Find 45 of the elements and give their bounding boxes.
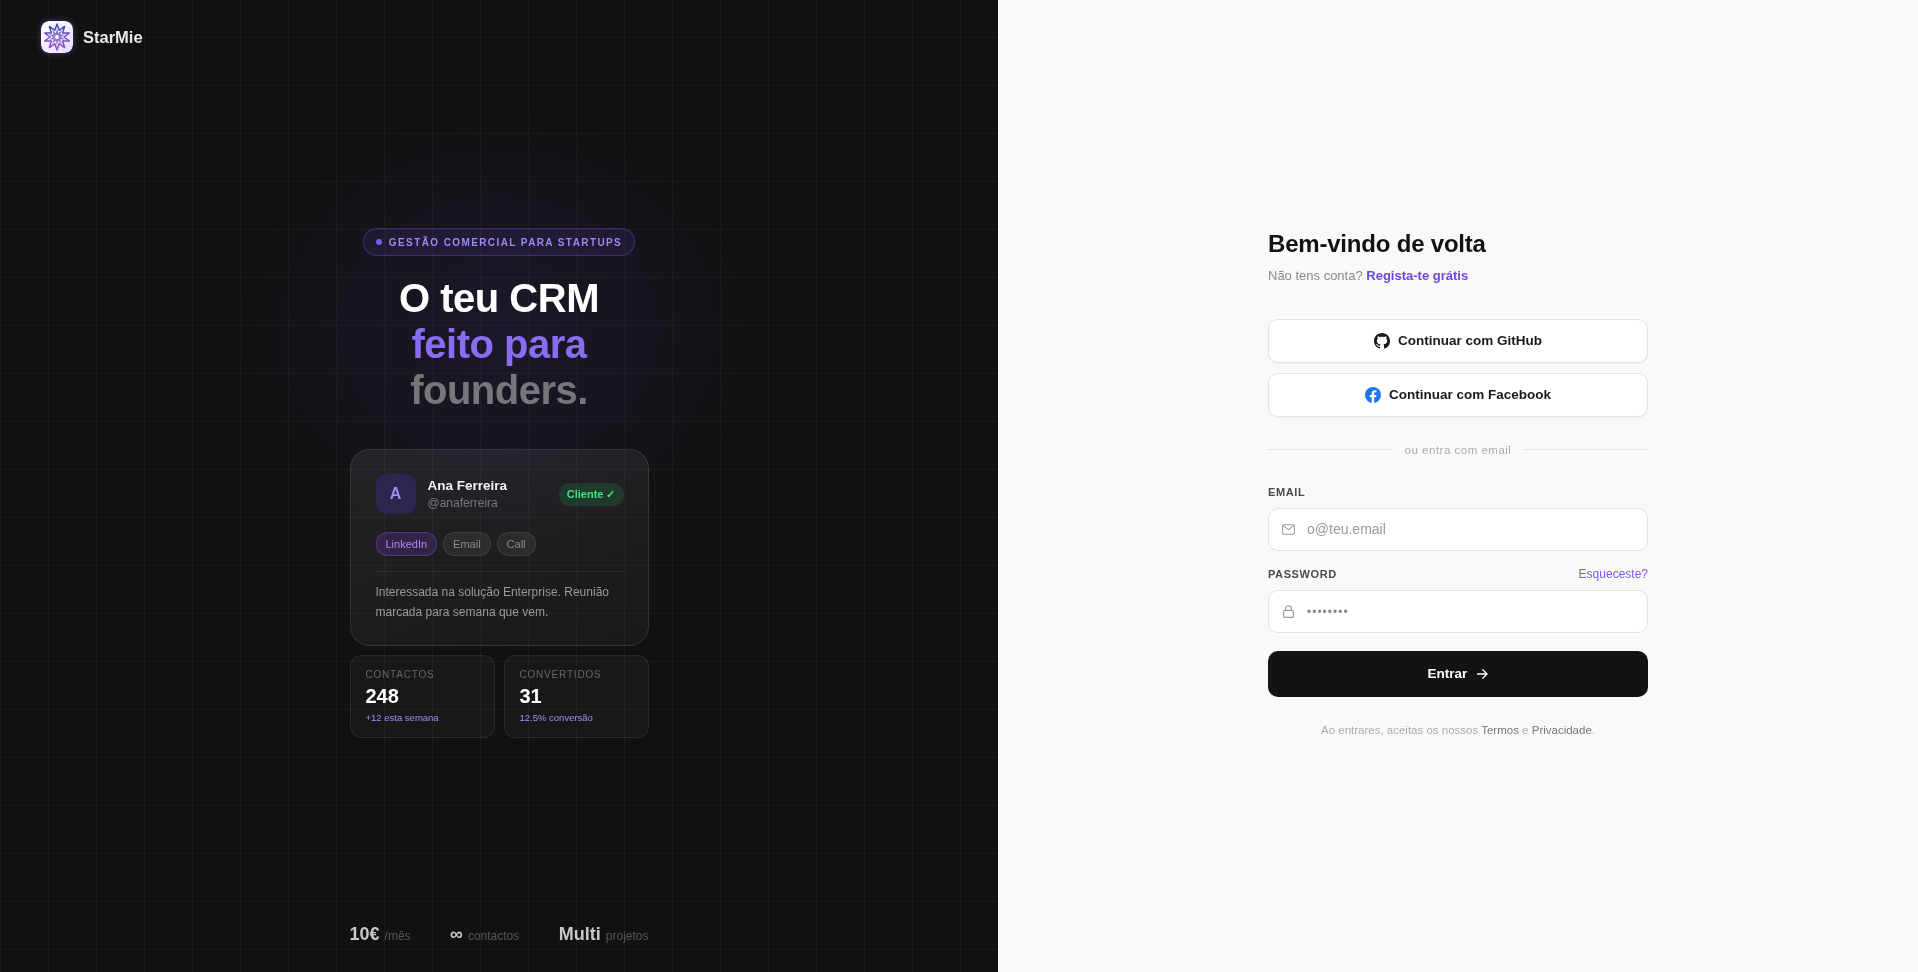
legal-link[interactable]: Privacidade (1531, 723, 1592, 736)
highlight-value: Multi (558, 923, 601, 945)
channel-tag[interactable]: Email (443, 532, 491, 556)
legal-text: Ao entrares, aceitas os nossos Termos e Privacidade. (1319, 722, 1596, 738)
headline: O teu CRM feito para founders. (399, 275, 599, 413)
signup-prompt: Não tens conta? Regista-te grátis (1268, 266, 1470, 285)
field-label: PASSWORD (1268, 567, 1337, 580)
social-login-button[interactable]: Continuar com Facebook (1268, 372, 1648, 417)
stat-label: CONVERTIDOS (519, 669, 602, 681)
facebook-logo-icon (1365, 386, 1381, 403)
stat-value: 248 (365, 684, 399, 708)
stat-change: 12.5% conversão (519, 712, 593, 724)
stat-label: CONTACTOS (365, 669, 435, 681)
envelope-icon (1282, 522, 1295, 536)
form-title: Bem-vindo de volta (1268, 228, 1487, 259)
status-tag: Cliente ✓ (558, 482, 624, 506)
contact-handle: @anaferreira (427, 496, 499, 510)
stat-change: +12 esta semana (365, 712, 439, 724)
highlight-value: ∞ (450, 923, 463, 945)
highlight-label: /mês (384, 929, 411, 943)
highlight-label: projetos (605, 929, 649, 943)
channel-tag[interactable]: LinkedIn (375, 532, 438, 556)
contact-name: Ana Ferreira (427, 478, 509, 493)
contact-note: Interessada na solução Enterprise. Reunião marcada para semana que vem. (375, 584, 610, 621)
brand-name: StarMie (83, 27, 143, 47)
github-logo-icon (1374, 332, 1390, 349)
email-field[interactable]: o@teu.email (1268, 507, 1648, 551)
highlight-value: 10€ (349, 923, 380, 945)
star-logo-icon (41, 21, 73, 53)
password-field[interactable]: •••••••• (1268, 589, 1648, 633)
submit-button[interactable]: Entrar (1268, 650, 1648, 697)
avatar: A (375, 474, 416, 514)
highlight-label: contactos (467, 929, 520, 943)
field-label: EMAIL (1268, 485, 1306, 498)
lock-icon (1282, 604, 1295, 618)
channel-tag[interactable]: Call (496, 532, 536, 556)
divider-text: ou entra com email (1404, 442, 1512, 458)
forgot-password-link[interactable]: Esqueceste? (1578, 566, 1648, 581)
arrow-right-icon (1477, 668, 1489, 679)
legal-link[interactable]: Termos (1481, 723, 1519, 736)
signup-link[interactable]: Regista-te grátis (1366, 267, 1469, 283)
dot-icon (375, 239, 382, 245)
stat-value: 31 (519, 684, 542, 708)
eyebrow-text: GESTÃO COMERCIAL PARA STARTUPS (388, 236, 623, 248)
social-login-button[interactable]: Continuar com GitHub (1268, 318, 1648, 363)
